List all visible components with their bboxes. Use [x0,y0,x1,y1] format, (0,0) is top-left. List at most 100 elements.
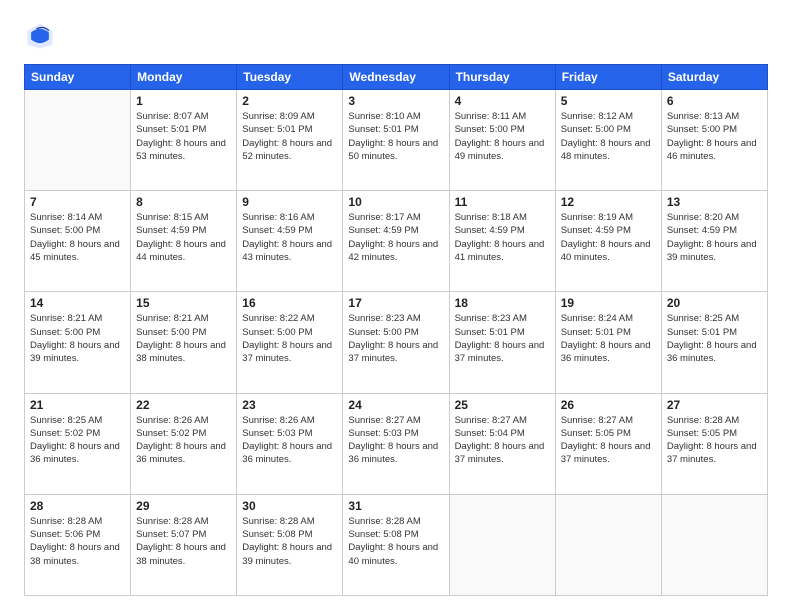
page: SundayMondayTuesdayWednesdayThursdayFrid… [0,0,792,612]
calendar-cell: 26Sunrise: 8:27 AMSunset: 5:05 PMDayligh… [555,393,661,494]
calendar-cell: 25 Sunrise: 8:27 AMSunset: 5:04 PMDayligh… [449,393,555,494]
logo [24,20,62,52]
cell-info: Sunrise: 8:25 AMSunset: 5:02 PMDaylight:… [30,414,125,467]
day-number: 5 [561,94,656,108]
day-number: 7 [30,195,125,209]
day-number: 22 [136,398,231,412]
calendar-cell: 19 Sunrise: 8:24 AMSunset: 5:01 PMDayligh… [555,292,661,393]
day-number: 13 [667,195,762,209]
cell-info: Sunrise: 8:28 AMSunset: 5:05 PMDaylight:… [667,414,762,467]
cell-info: Sunrise: 8:09 AMSunset: 5:01 PMDaylight:… [242,110,337,163]
calendar-cell: 18 Sunrise: 8:23 AMSunset: 5:01 PMDayligh… [449,292,555,393]
day-number: 24 [348,398,443,412]
day-number: 21 [30,398,125,412]
day-number: 11 [455,195,550,209]
calendar-cell [555,494,661,595]
day-header: Friday [555,65,661,90]
calendar-week: 7 Sunrise: 8:14 AMSunset: 5:00 PMDaylight… [25,191,768,292]
cell-info: Sunrise: 8:26 AMSunset: 5:02 PMDaylight:… [136,414,231,467]
cell-info: Sunrise: 8:21 AMSunset: 5:00 PMDaylight:… [136,312,231,365]
calendar-cell: 12 Sunrise: 8:19 AMSunset: 4:59 PMDayligh… [555,191,661,292]
cell-info: Sunrise: 8:23 AMSunset: 5:01 PMDaylight:… [455,312,550,365]
calendar-cell: 8Sunrise: 8:15 AMSunset: 4:59 PMDaylight… [131,191,237,292]
calendar-cell: 17 Sunrise: 8:23 AMSunset: 5:00 PMDayligh… [343,292,449,393]
day-number: 27 [667,398,762,412]
calendar-week: 1 Sunrise: 8:07 AMSunset: 5:01 PMDaylight… [25,90,768,191]
day-number: 30 [242,499,337,513]
cell-info: Sunrise: 8:26 AMSunset: 5:03 PMDaylight:… [242,414,337,467]
calendar-cell: 14Sunrise: 8:21 AMSunset: 5:00 PMDayligh… [25,292,131,393]
day-number: 9 [242,195,337,209]
day-number: 31 [348,499,443,513]
day-number: 25 [455,398,550,412]
day-number: 4 [455,94,550,108]
cell-info: Sunrise: 8:15 AMSunset: 4:59 PMDaylight:… [136,211,231,264]
calendar-cell: 24 Sunrise: 8:27 AMSunset: 5:03 PMDayligh… [343,393,449,494]
day-header: Thursday [449,65,555,90]
calendar-cell: 9Sunrise: 8:16 AMSunset: 4:59 PMDaylight… [237,191,343,292]
calendar-cell: 1 Sunrise: 8:07 AMSunset: 5:01 PMDaylight… [131,90,237,191]
calendar-cell: 15Sunrise: 8:21 AMSunset: 5:00 PMDayligh… [131,292,237,393]
calendar-cell: 13 Sunrise: 8:20 AMSunset: 4:59 PMDayligh… [661,191,767,292]
cell-info: Sunrise: 8:28 AMSunset: 5:08 PMDaylight:… [348,515,443,568]
calendar-cell: 3Sunrise: 8:10 AMSunset: 5:01 PMDaylight… [343,90,449,191]
cell-info: Sunrise: 8:11 AMSunset: 5:00 PMDaylight:… [455,110,550,163]
cell-info: Sunrise: 8:13 AMSunset: 5:00 PMDaylight:… [667,110,762,163]
day-number: 10 [348,195,443,209]
calendar-cell: 31 Sunrise: 8:28 AMSunset: 5:08 PMDayligh… [343,494,449,595]
day-number: 19 [561,296,656,310]
cell-info: Sunrise: 8:18 AMSunset: 4:59 PMDaylight:… [455,211,550,264]
cell-info: Sunrise: 8:21 AMSunset: 5:00 PMDaylight:… [30,312,125,365]
cell-info: Sunrise: 8:20 AMSunset: 4:59 PMDaylight:… [667,211,762,264]
cell-info: Sunrise: 8:07 AMSunset: 5:01 PMDaylight:… [136,110,231,163]
day-number: 16 [242,296,337,310]
calendar-cell: 5 Sunrise: 8:12 AMSunset: 5:00 PMDaylight… [555,90,661,191]
cell-info: Sunrise: 8:27 AMSunset: 5:03 PMDaylight:… [348,414,443,467]
calendar-cell: 30 Sunrise: 8:28 AMSunset: 5:08 PMDayligh… [237,494,343,595]
calendar-cell: 21 Sunrise: 8:25 AMSunset: 5:02 PMDayligh… [25,393,131,494]
calendar-cell [661,494,767,595]
calendar-cell: 11 Sunrise: 8:18 AMSunset: 4:59 PMDayligh… [449,191,555,292]
calendar-week: 21 Sunrise: 8:25 AMSunset: 5:02 PMDayligh… [25,393,768,494]
calendar-cell: 6 Sunrise: 8:13 AMSunset: 5:00 PMDaylight… [661,90,767,191]
day-number: 20 [667,296,762,310]
day-number: 12 [561,195,656,209]
day-number: 28 [30,499,125,513]
day-header: Sunday [25,65,131,90]
calendar-cell: 28Sunrise: 8:28 AMSunset: 5:06 PMDayligh… [25,494,131,595]
day-number: 1 [136,94,231,108]
cell-info: Sunrise: 8:23 AMSunset: 5:00 PMDaylight:… [348,312,443,365]
calendar-cell: 29Sunrise: 8:28 AMSunset: 5:07 PMDayligh… [131,494,237,595]
calendar-cell [25,90,131,191]
header [24,20,768,52]
cell-info: Sunrise: 8:28 AMSunset: 5:07 PMDaylight:… [136,515,231,568]
calendar-header: SundayMondayTuesdayWednesdayThursdayFrid… [25,65,768,90]
cell-info: Sunrise: 8:28 AMSunset: 5:08 PMDaylight:… [242,515,337,568]
cell-info: Sunrise: 8:22 AMSunset: 5:00 PMDaylight:… [242,312,337,365]
day-number: 17 [348,296,443,310]
header-row: SundayMondayTuesdayWednesdayThursdayFrid… [25,65,768,90]
calendar-cell [449,494,555,595]
day-header: Tuesday [237,65,343,90]
calendar: SundayMondayTuesdayWednesdayThursdayFrid… [24,64,768,596]
calendar-cell: 4 Sunrise: 8:11 AMSunset: 5:00 PMDaylight… [449,90,555,191]
cell-info: Sunrise: 8:27 AMSunset: 5:04 PMDaylight:… [455,414,550,467]
calendar-cell: 23 Sunrise: 8:26 AMSunset: 5:03 PMDayligh… [237,393,343,494]
day-header: Saturday [661,65,767,90]
cell-info: Sunrise: 8:12 AMSunset: 5:00 PMDaylight:… [561,110,656,163]
cell-info: Sunrise: 8:24 AMSunset: 5:01 PMDaylight:… [561,312,656,365]
day-number: 23 [242,398,337,412]
day-header: Monday [131,65,237,90]
day-number: 3 [348,94,443,108]
cell-info: Sunrise: 8:25 AMSunset: 5:01 PMDaylight:… [667,312,762,365]
cell-info: Sunrise: 8:17 AMSunset: 4:59 PMDaylight:… [348,211,443,264]
day-number: 26 [561,398,656,412]
calendar-week: 28Sunrise: 8:28 AMSunset: 5:06 PMDayligh… [25,494,768,595]
day-number: 18 [455,296,550,310]
cell-info: Sunrise: 8:19 AMSunset: 4:59 PMDaylight:… [561,211,656,264]
calendar-cell: 22 Sunrise: 8:26 AMSunset: 5:02 PMDayligh… [131,393,237,494]
calendar-cell: 20 Sunrise: 8:25 AMSunset: 5:01 PMDayligh… [661,292,767,393]
calendar-cell: 10 Sunrise: 8:17 AMSunset: 4:59 PMDayligh… [343,191,449,292]
day-number: 6 [667,94,762,108]
cell-info: Sunrise: 8:14 AMSunset: 5:00 PMDaylight:… [30,211,125,264]
